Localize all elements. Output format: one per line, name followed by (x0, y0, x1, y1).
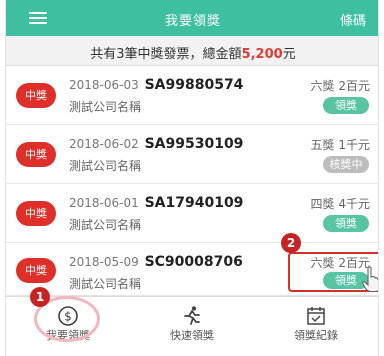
nav-item-quick-claim[interactable]: 快速領獎 (130, 297, 254, 356)
calendar-check-icon (307, 307, 325, 325)
invoice-date: 2018-06-03 (69, 78, 139, 92)
nav-label: 快速領獎 (170, 329, 214, 342)
nav-item-claim-history[interactable]: 領獎紀錄 (254, 297, 378, 356)
invoice-date: 2018-06-02 (69, 137, 139, 151)
invoice-number: SA99880574 (144, 77, 244, 93)
invoice-row[interactable]: 中獎 2018-06-02 SA99530109 測試公司名稱 五獎 1千元 核… (6, 126, 378, 184)
invoice-row[interactable]: 中獎 2018-06-03 SA99880574 測試公司名稱 六獎 2百元 領… (6, 67, 378, 125)
prize-level: 四獎 4千元 (310, 197, 370, 211)
company-name: 測試公司名稱 (69, 100, 142, 114)
claim-button[interactable]: 領獎 (323, 215, 369, 232)
summary-amount: 5,200 (241, 47, 283, 62)
header-bar: 我要領獎 條碼 (6, 0, 378, 36)
prize-level: 六獎 2百元 (310, 79, 370, 93)
summary-prefix: 共有3筆中獎發票，總金額 (90, 47, 242, 62)
barcode-button[interactable]: 條碼 (340, 10, 366, 29)
verifying-status-button: 核獎中 (323, 156, 369, 173)
pointing-hand-icon (362, 266, 378, 292)
winning-badge: 中獎 (16, 258, 56, 283)
invoice-number: SA99530109 (144, 136, 244, 152)
page-title: 我要領獎 (164, 14, 221, 29)
claim-button[interactable]: 領獎 (323, 97, 369, 114)
step1-marker: 1 (30, 287, 50, 307)
step2-marker: 2 (281, 233, 301, 253)
invoice-number: SA17940109 (144, 195, 244, 211)
company-name: 測試公司名稱 (69, 277, 142, 291)
invoice-line: 2018-06-03 SA99880574 (69, 77, 243, 93)
prize-summary: 共有3筆中獎發票，總金額5,200元 (6, 36, 378, 66)
winning-badge: 中獎 (16, 142, 56, 167)
invoice-number: SC90008706 (144, 254, 243, 270)
company-name: 測試公司名稱 (69, 159, 142, 173)
invoice-line: 2018-06-02 SA99530109 (69, 136, 243, 152)
running-person-icon (184, 306, 200, 325)
invoice-line: 2018-06-01 SA17940109 (69, 195, 243, 211)
app-screen: 我要領獎 條碼 共有3筆中獎發票，總金額5,200元 中獎 2018-06-03… (5, 0, 379, 356)
invoice-row[interactable]: 中獎 2018-06-01 SA17940109 測試公司名稱 四獎 4千元 領… (6, 185, 378, 243)
company-name: 測試公司名稱 (69, 218, 142, 232)
winning-badge: 中獎 (16, 201, 56, 226)
invoice-date: 2018-05-09 (69, 255, 139, 269)
winning-badge: 中獎 (16, 83, 56, 108)
invoice-date: 2018-06-01 (69, 196, 139, 210)
summary-suffix: 元 (282, 47, 296, 62)
nav-label: 領獎紀錄 (294, 329, 338, 342)
invoice-line: 2018-05-09 SC90008706 (69, 254, 243, 270)
prize-level: 五獎 1千元 (310, 138, 370, 152)
